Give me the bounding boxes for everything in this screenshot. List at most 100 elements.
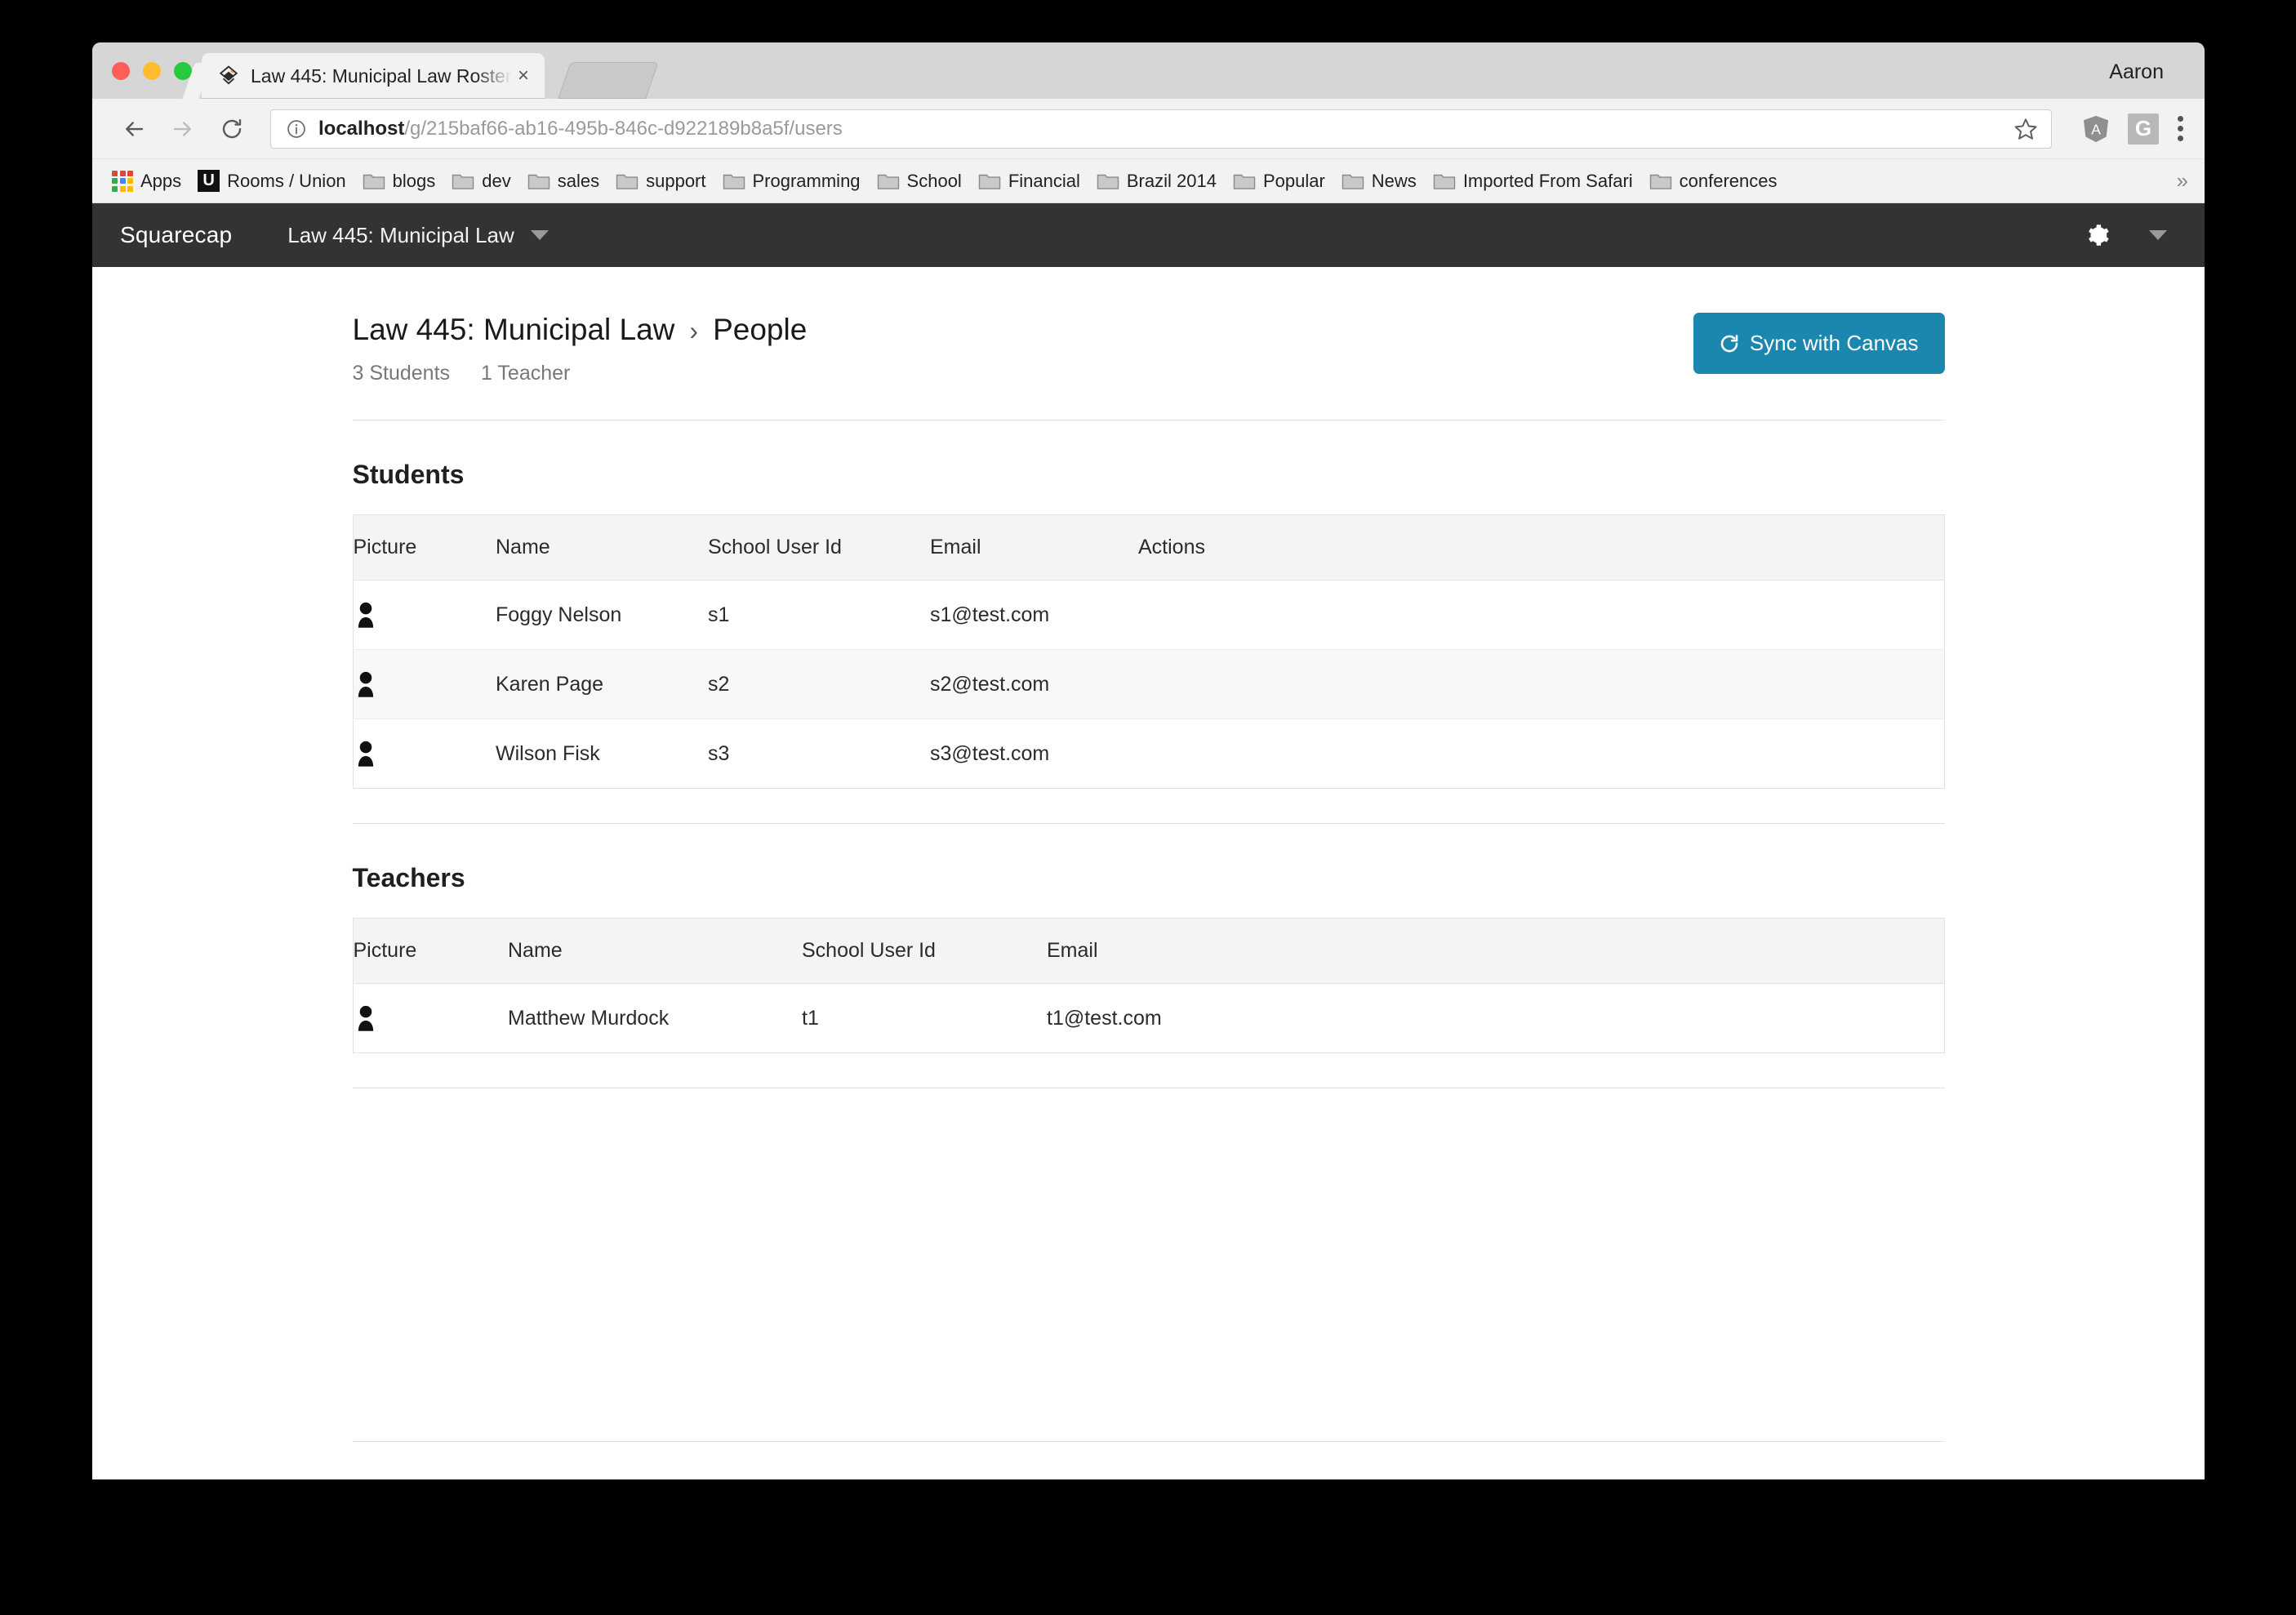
roster-counts: 3 Students 1 Teacher bbox=[353, 362, 808, 385]
svg-text:A: A bbox=[2091, 121, 2101, 137]
reload-button[interactable] bbox=[211, 109, 252, 149]
page-info-icon[interactable] bbox=[286, 118, 307, 140]
student-email-cell: s1@test.com bbox=[930, 580, 1138, 650]
student-name-cell: Wilson Fisk bbox=[496, 741, 600, 765]
bookmarks-overflow-button[interactable]: » bbox=[2169, 168, 2188, 194]
breadcrumb-course[interactable]: Law 445: Municipal Law bbox=[353, 313, 675, 347]
forward-button[interactable] bbox=[162, 109, 203, 149]
minimize-window-button[interactable] bbox=[143, 62, 161, 80]
breadcrumb: Law 445: Municipal Law › People bbox=[353, 313, 808, 347]
google-extension-icon[interactable]: G bbox=[2127, 113, 2160, 145]
page-content: Law 445: Municipal Law › People 3 Studen… bbox=[92, 267, 2205, 1442]
url-host: localhost bbox=[318, 117, 405, 140]
students-section-title: Students bbox=[352, 460, 465, 489]
u-favicon-icon: U bbox=[198, 170, 220, 192]
bookmark-label: Rooms / Union bbox=[227, 170, 346, 191]
table-row[interactable]: Matthew Murdock t1 t1@test.com bbox=[353, 984, 1944, 1053]
bookmark-imported-from-safari[interactable]: Imported From Safari bbox=[1433, 171, 1633, 192]
folder-icon bbox=[1097, 174, 1119, 189]
browser-tab-inactive[interactable] bbox=[558, 62, 659, 99]
bookmark-label: Programming bbox=[752, 170, 861, 191]
bookmark-school[interactable]: School bbox=[877, 171, 962, 192]
bookmark-blogs[interactable]: blogs bbox=[363, 170, 436, 192]
address-bar[interactable]: localhost/g/215baf66-ab16-495b-846c-d922… bbox=[270, 109, 2052, 149]
table-row[interactable]: Karen Page s2 s2@test.com bbox=[353, 649, 1944, 719]
folder-icon bbox=[1342, 174, 1364, 189]
students-divider bbox=[352, 823, 1945, 824]
column-header-actions: Actions bbox=[1138, 514, 1944, 581]
bookmark-sales[interactable]: sales bbox=[527, 171, 599, 192]
bookmark-label: support bbox=[646, 170, 706, 191]
teacher-id-cell: t1 bbox=[802, 1006, 819, 1030]
user-menu-caret-icon[interactable] bbox=[2149, 230, 2167, 240]
browser-tab-title: Law 445: Municipal Law Roster bbox=[251, 65, 512, 87]
teachers-table-head: Picture Name School User Id Email bbox=[353, 918, 1944, 984]
browser-profile-name[interactable]: Aaron bbox=[2109, 60, 2164, 84]
bookmark-news[interactable]: News bbox=[1342, 171, 1417, 192]
column-header-email: Email bbox=[1047, 918, 1944, 984]
student-actions-cell[interactable] bbox=[1138, 580, 1944, 650]
google-extension-label: G bbox=[2128, 113, 2159, 145]
app-navbar: Squarecap Law 445: Municipal Law bbox=[92, 203, 2205, 267]
bookmarks-bar: Apps U Rooms / Union blogs dev sales sup… bbox=[92, 159, 2205, 203]
table-row[interactable]: Foggy Nelson s1 s1@test.com bbox=[353, 580, 1944, 650]
bookmark-label: Imported From Safari bbox=[1462, 170, 1633, 191]
students-table: Picture Name School User Id Email Action… bbox=[352, 514, 1945, 789]
student-actions-cell[interactable] bbox=[1138, 719, 1944, 789]
bookmark-programming[interactable]: Programming bbox=[723, 171, 861, 192]
back-button[interactable] bbox=[113, 109, 154, 149]
course-selector-label: Law 445: Municipal Law bbox=[287, 222, 514, 247]
bookmark-label: conferences bbox=[1679, 170, 1778, 191]
folder-icon bbox=[877, 174, 899, 189]
bookmark-label: Financial bbox=[1008, 170, 1080, 191]
bookmark-financial[interactable]: Financial bbox=[978, 171, 1080, 192]
kebab-dot bbox=[2178, 126, 2183, 131]
folder-icon bbox=[527, 174, 550, 189]
bookmark-apps[interactable]: Apps bbox=[112, 170, 181, 192]
bookmark-support[interactable]: support bbox=[616, 170, 706, 192]
folder-icon bbox=[452, 174, 474, 189]
bookmark-label: School bbox=[906, 170, 962, 191]
column-header-name: Name bbox=[508, 918, 802, 984]
user-avatar-icon bbox=[358, 741, 373, 767]
table-row[interactable]: Wilson Fisk s3 s3@test.com bbox=[353, 719, 1944, 789]
column-header-email: Email bbox=[930, 514, 1138, 581]
teachers-table-body: Matthew Murdock t1 t1@test.com bbox=[353, 984, 1944, 1053]
bookmark-popular[interactable]: Popular bbox=[1233, 171, 1325, 192]
course-selector[interactable]: Law 445: Municipal Law bbox=[287, 223, 549, 248]
close-window-button[interactable] bbox=[112, 62, 130, 80]
student-actions-cell[interactable] bbox=[1138, 649, 1944, 719]
browser-toolbar: localhost/g/215baf66-ab16-495b-846c-d922… bbox=[92, 99, 2205, 159]
bookmark-label: News bbox=[1371, 170, 1417, 191]
page-header: Law 445: Municipal Law › People 3 Studen… bbox=[353, 267, 1945, 385]
student-name-cell: Karen Page bbox=[496, 649, 708, 719]
teacher-name-cell: Matthew Murdock bbox=[508, 1006, 670, 1030]
bookmark-conferences[interactable]: conferences bbox=[1649, 171, 1778, 192]
browser-window: Law 445: Municipal Law Roster × Aaron lo… bbox=[92, 42, 2205, 1479]
bookmark-rooms-union[interactable]: U Rooms / Union bbox=[198, 170, 346, 192]
folder-icon bbox=[978, 174, 1001, 189]
url-path: /g/215baf66-ab16-495b-846c-d922189b8a5f/… bbox=[404, 117, 843, 140]
angular-shield-icon: A bbox=[2083, 115, 2109, 142]
app-brand[interactable]: Squarecap bbox=[120, 222, 232, 248]
bookmark-star-icon[interactable] bbox=[2013, 117, 2038, 141]
students-table-head: Picture Name School User Id Email Action… bbox=[353, 514, 1944, 581]
angular-extension-icon[interactable]: A bbox=[2080, 113, 2112, 145]
gear-icon[interactable] bbox=[2085, 223, 2110, 247]
browser-menu-button[interactable] bbox=[2178, 116, 2183, 141]
student-name-cell: Foggy Nelson bbox=[496, 580, 708, 650]
bookmark-brazil-2014[interactable]: Brazil 2014 bbox=[1097, 171, 1217, 192]
address-bar-url: localhost/g/215baf66-ab16-495b-846c-d922… bbox=[318, 118, 2013, 140]
sync-with-canvas-button[interactable]: Sync with Canvas bbox=[1693, 313, 1945, 374]
bookmark-dev[interactable]: dev bbox=[452, 171, 511, 192]
user-avatar-icon bbox=[358, 602, 373, 628]
page-header-text: Law 445: Municipal Law › People 3 Studen… bbox=[353, 313, 808, 385]
student-count: 3 Students bbox=[352, 362, 451, 385]
close-tab-button[interactable]: × bbox=[512, 65, 535, 87]
student-id-cell: s3 bbox=[708, 741, 730, 765]
bookmark-label: blogs bbox=[392, 170, 436, 191]
browser-tab-active[interactable]: Law 445: Municipal Law Roster × bbox=[202, 53, 545, 99]
bookmark-label: sales bbox=[557, 170, 600, 191]
student-id-cell: s1 bbox=[708, 580, 930, 650]
reload-icon bbox=[222, 118, 242, 138]
